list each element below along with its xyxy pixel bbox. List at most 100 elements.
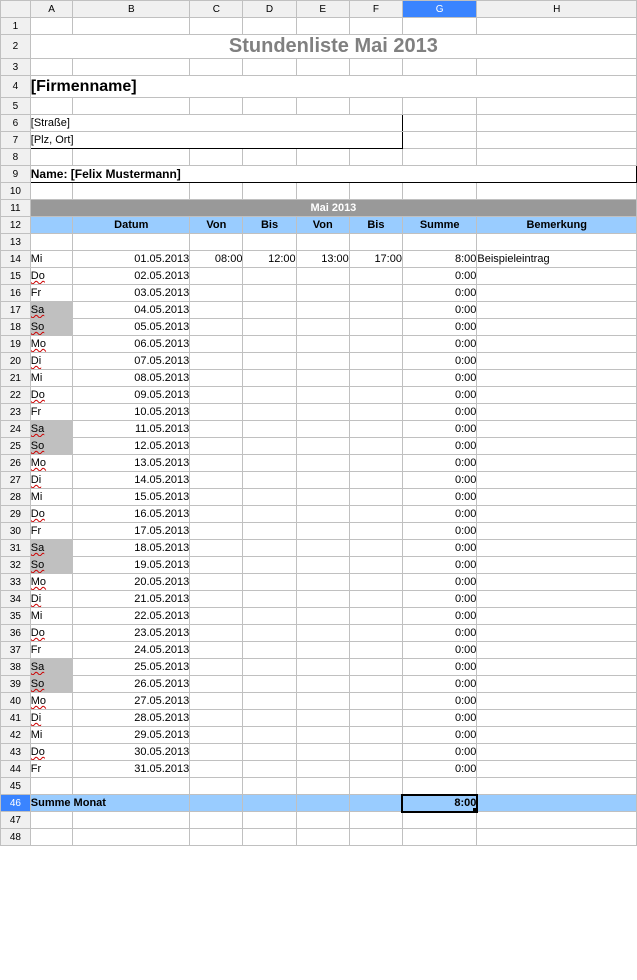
cell[interactable] [30, 18, 73, 35]
von1-cell[interactable] [190, 608, 243, 625]
bemerkung-cell[interactable] [477, 625, 637, 642]
bis2-cell[interactable] [349, 336, 402, 353]
row-header-42[interactable]: 42 [1, 727, 31, 744]
bis1-cell[interactable] [243, 506, 296, 523]
row-header-40[interactable]: 40 [1, 693, 31, 710]
bemerkung-cell[interactable] [477, 710, 637, 727]
bis1-cell[interactable] [243, 319, 296, 336]
cell[interactable] [402, 59, 476, 76]
cell[interactable] [243, 778, 296, 795]
von1-cell[interactable] [190, 642, 243, 659]
von2-cell[interactable] [296, 421, 349, 438]
bis1-cell[interactable] [243, 302, 296, 319]
von1-cell[interactable] [190, 710, 243, 727]
day-abbr[interactable]: Fr [30, 285, 73, 302]
cell[interactable] [402, 829, 476, 846]
cell[interactable] [402, 98, 476, 115]
row-header-13[interactable]: 13 [1, 234, 31, 251]
date-cell[interactable]: 28.05.2013 [73, 710, 190, 727]
cell[interactable] [477, 829, 637, 846]
row-header-2[interactable]: 2 [1, 35, 31, 59]
date-cell[interactable]: 20.05.2013 [73, 574, 190, 591]
cell[interactable] [30, 778, 73, 795]
bis1-cell[interactable] [243, 472, 296, 489]
summe-cell[interactable]: 0:00 [402, 268, 476, 285]
summe-cell[interactable]: 0:00 [402, 642, 476, 659]
day-abbr[interactable]: Mo [30, 574, 73, 591]
row-header-26[interactable]: 26 [1, 455, 31, 472]
cell[interactable] [349, 812, 402, 829]
summe-cell[interactable]: 0:00 [402, 659, 476, 676]
col-header-C[interactable]: C [190, 1, 243, 18]
bis1-cell[interactable] [243, 353, 296, 370]
bis1-cell[interactable] [243, 727, 296, 744]
bis2-cell[interactable] [349, 438, 402, 455]
von2-cell[interactable] [296, 727, 349, 744]
von2-cell[interactable] [296, 455, 349, 472]
row-header-33[interactable]: 33 [1, 574, 31, 591]
bis2-cell[interactable] [349, 404, 402, 421]
bis2-cell[interactable] [349, 710, 402, 727]
row-header-27[interactable]: 27 [1, 472, 31, 489]
day-abbr[interactable]: Mi [30, 370, 73, 387]
bemerkung-cell[interactable] [477, 302, 637, 319]
von2-cell[interactable] [296, 353, 349, 370]
cell[interactable] [30, 234, 73, 251]
plz-ort[interactable]: [Plz, Ort] [30, 132, 402, 149]
date-cell[interactable]: 31.05.2013 [73, 761, 190, 778]
row-header-35[interactable]: 35 [1, 608, 31, 625]
summe-cell[interactable]: 8:00 [402, 251, 476, 268]
cell[interactable] [296, 59, 349, 76]
cell[interactable] [402, 149, 476, 166]
day-abbr[interactable]: Do [30, 506, 73, 523]
cell[interactable] [349, 59, 402, 76]
von1-cell[interactable] [190, 421, 243, 438]
von1-cell[interactable] [190, 268, 243, 285]
row-header-32[interactable]: 32 [1, 557, 31, 574]
day-abbr[interactable]: Mo [30, 336, 73, 353]
row-header-39[interactable]: 39 [1, 676, 31, 693]
date-cell[interactable]: 14.05.2013 [73, 472, 190, 489]
bis1-cell[interactable] [243, 370, 296, 387]
von2-cell[interactable] [296, 302, 349, 319]
bis1-cell[interactable] [243, 659, 296, 676]
date-cell[interactable]: 25.05.2013 [73, 659, 190, 676]
cell[interactable] [73, 183, 190, 200]
von1-cell[interactable] [190, 591, 243, 608]
cell[interactable] [402, 132, 476, 149]
bis2-cell[interactable] [349, 608, 402, 625]
row-header-37[interactable]: 37 [1, 642, 31, 659]
bis1-cell[interactable] [243, 387, 296, 404]
bis1-cell[interactable] [243, 540, 296, 557]
bemerkung-cell[interactable] [477, 438, 637, 455]
summe-cell[interactable]: 0:00 [402, 387, 476, 404]
bis2-cell[interactable] [349, 387, 402, 404]
von2-cell[interactable] [296, 336, 349, 353]
bemerkung-cell[interactable] [477, 421, 637, 438]
row-header-3[interactable]: 3 [1, 59, 31, 76]
day-abbr[interactable]: Mi [30, 608, 73, 625]
cell[interactable] [296, 812, 349, 829]
summe-cell[interactable]: 0:00 [402, 489, 476, 506]
summe-cell[interactable]: 0:00 [402, 472, 476, 489]
cell[interactable] [243, 795, 296, 812]
bemerkung-cell[interactable] [477, 489, 637, 506]
row-header-9[interactable]: 9 [1, 166, 31, 183]
day-abbr[interactable]: Sa [30, 421, 73, 438]
bis1-cell[interactable] [243, 285, 296, 302]
cell[interactable] [296, 234, 349, 251]
bemerkung-cell[interactable] [477, 285, 637, 302]
date-cell[interactable]: 21.05.2013 [73, 591, 190, 608]
firm-name[interactable]: [Firmenname] [30, 76, 636, 98]
col-header-E[interactable]: E [296, 1, 349, 18]
cell[interactable] [73, 59, 190, 76]
row-header-17[interactable]: 17 [1, 302, 31, 319]
bemerkung-cell[interactable] [477, 591, 637, 608]
date-cell[interactable]: 29.05.2013 [73, 727, 190, 744]
bis2-cell[interactable] [349, 557, 402, 574]
day-abbr[interactable]: Do [30, 625, 73, 642]
cell[interactable] [296, 795, 349, 812]
cell[interactable] [296, 98, 349, 115]
date-cell[interactable]: 13.05.2013 [73, 455, 190, 472]
bis1-cell[interactable] [243, 608, 296, 625]
